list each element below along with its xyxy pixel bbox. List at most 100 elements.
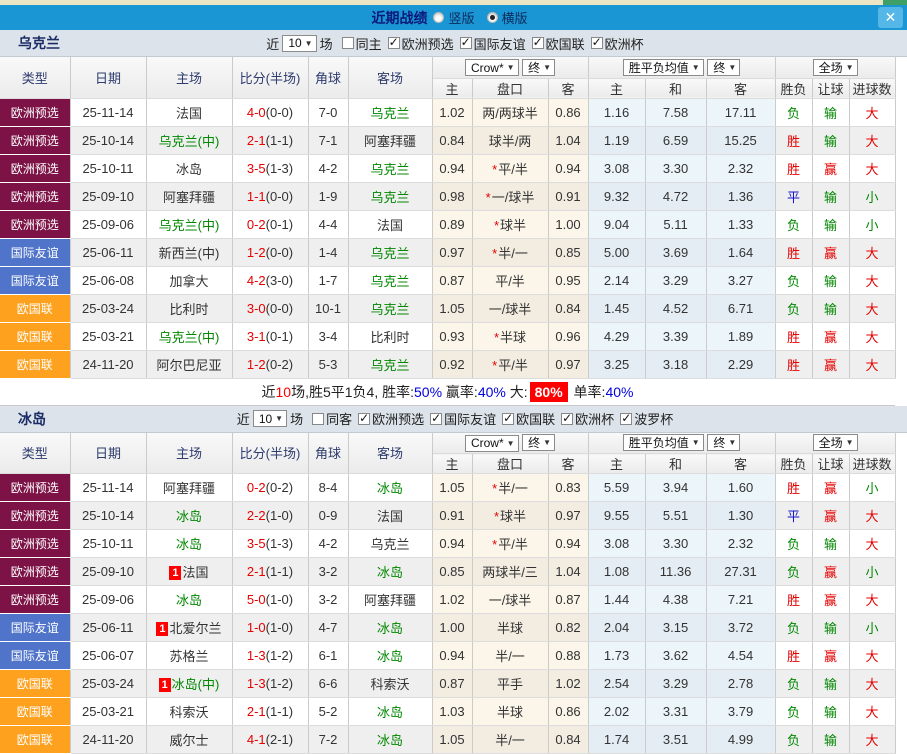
handicap-result-cell: 输 — [812, 182, 850, 211]
away-team-cell: 乌克兰 — [348, 350, 433, 379]
away-team-name: 乌克兰 — [370, 245, 410, 261]
goals-result-cell: 小 — [849, 557, 896, 586]
odds-away: 0.87 — [548, 585, 589, 614]
competition-0-label[interactable]: 欧洲预选 — [372, 409, 424, 428]
avg-final-select[interactable]: 终 ▼ — [707, 434, 741, 452]
avg-win: 1.16 — [588, 98, 646, 127]
odds-home: 0.87 — [432, 669, 473, 698]
sub-column-header: 盘口 — [472, 453, 549, 474]
competition-1-checkbox[interactable] — [430, 411, 443, 425]
halftime-score: (0-0) — [265, 188, 294, 204]
avg-draw: 3.29 — [645, 266, 707, 295]
match-count-select[interactable]: 10 ▼ — [282, 34, 317, 52]
competition-3-checkbox[interactable] — [590, 35, 603, 49]
avg-lose: 4.54 — [706, 641, 776, 670]
match-date: 25-10-11 — [70, 529, 147, 558]
away-team-name: 冰岛 — [376, 481, 403, 496]
competition-4-label[interactable]: 波罗杯 — [634, 409, 673, 428]
handicap-star: * — [492, 161, 498, 177]
chevron-down-icon: ▼ — [304, 38, 313, 48]
competition-type-cell: 欧国联 — [0, 669, 71, 698]
handicap-result-cell: 输 — [812, 98, 850, 127]
avg-draw: 5.11 — [645, 210, 707, 239]
competition-3-label[interactable]: 欧洲杯 — [575, 409, 614, 428]
competition-0-checkbox[interactable] — [387, 35, 400, 49]
fulltime-score: 2-1 — [246, 564, 266, 579]
same-venue-checkbox[interactable] — [312, 412, 325, 425]
avg-lose: 6.71 — [706, 294, 776, 323]
match-count-select[interactable]: 10 ▼ — [252, 410, 288, 427]
match-row: 欧洲预选 25-11-14 阿塞拜疆 0-2(0-2) 8-4 冰岛 1.05 *半/一 0.8… — [0, 473, 896, 502]
goals-result-cell: 大 — [849, 641, 896, 670]
sub-column-header: 进球数 — [849, 78, 896, 99]
dialog-title: 近期战绩 — [371, 9, 428, 26]
competition-0-checkbox[interactable] — [358, 411, 371, 425]
layout-radio-horizontal[interactable] — [486, 12, 498, 23]
competition-1-label[interactable]: 国际友谊 — [444, 409, 496, 428]
avg-lose: 7.21 — [706, 585, 776, 614]
odds-away: 0.97 — [548, 350, 589, 379]
odds-final-select[interactable]: 终 ▼ — [522, 434, 556, 451]
result-cell: 负 — [775, 613, 813, 642]
same-venue-label[interactable]: 同主 — [356, 34, 382, 53]
same-venue-checkbox[interactable] — [341, 37, 354, 49]
competition-2-checkbox[interactable] — [531, 35, 544, 49]
competition-1-label[interactable]: 国际友谊 — [474, 34, 526, 53]
section-filter-row: 冰岛 近10▼场 同客 欧洲预选 国际友谊 欧国联 欧洲杯 波罗杯 — [0, 405, 907, 433]
layout-radio-vertical-label[interactable]: 竖版 — [448, 8, 474, 27]
away-team-name: 比利时 — [370, 329, 410, 345]
odds-away: 1.04 — [548, 557, 589, 586]
avg-odds-select[interactable]: 胜平负均值 ▼ — [622, 58, 704, 76]
match-date: 25-11-14 — [70, 473, 147, 502]
handicap-star: * — [492, 357, 498, 373]
fulltime-select[interactable]: 全场 ▼ — [812, 434, 858, 452]
avg-odds-select[interactable]: 胜平负均值 ▼ — [622, 434, 704, 452]
layout-radio-horizontal-label[interactable]: 横版 — [502, 8, 528, 27]
handicap-line: *半/一 — [472, 473, 549, 502]
competition-2-label[interactable]: 欧国联 — [546, 34, 585, 53]
layout-radio-vertical[interactable] — [433, 12, 445, 23]
fulltime-group-header: 全场 ▼ — [775, 432, 896, 454]
away-team-cell: 比利时 — [348, 322, 433, 351]
match-row: 国际友谊 25-06-11 1 北爱尔兰 1-0(1-0) 4-7 冰岛 1.00 半球 0.82… — [0, 613, 896, 642]
handicap-result-cell: 赢 — [812, 501, 850, 530]
match-date: 25-06-11 — [70, 613, 147, 642]
odds-away: 0.86 — [548, 697, 589, 726]
competition-2-label[interactable]: 欧国联 — [516, 409, 555, 428]
avg-final-select[interactable]: 终 ▼ — [707, 58, 741, 76]
odds-source-select[interactable]: Crow* ▼ — [464, 434, 519, 452]
competition-4-checkbox[interactable] — [620, 411, 633, 425]
layout-radio-group: 竖版 横版 — [433, 8, 535, 27]
handicap-result-cell: 输 — [812, 613, 850, 642]
match-row: 欧国联 25-03-24 比利时 3-0(0-0) 10-1 乌克兰 1.05 一/球半 0.8… — [0, 294, 896, 323]
odds-source-select[interactable]: Crow* ▼ — [464, 59, 519, 76]
corners-cell: 5-2 — [308, 697, 349, 726]
handicap-result-cell: 赢 — [812, 350, 850, 379]
handicap-result-cell: 输 — [812, 294, 850, 323]
competition-2-checkbox[interactable] — [502, 411, 515, 425]
competition-3-checkbox[interactable] — [561, 411, 574, 425]
competition-3-label[interactable]: 欧洲杯 — [605, 34, 644, 53]
handicap-line: 一/球半 — [472, 294, 549, 323]
home-team-cell: 乌克兰(中) — [146, 126, 233, 155]
away-team-name: 法国 — [376, 509, 403, 524]
close-icon[interactable]: ✕ — [878, 7, 903, 28]
avg-draw: 3.69 — [645, 238, 707, 267]
team-sections-container: 乌克兰近10▼场同主欧洲预选国际友谊欧国联欧洲杯类型日期主场比分(半场)角球客场… — [0, 30, 907, 754]
same-venue-label[interactable]: 同客 — [326, 409, 352, 428]
competition-type-cell: 欧洲预选 — [0, 154, 71, 183]
competition-1-checkbox[interactable] — [459, 35, 472, 49]
home-team-cell: 法国 — [146, 98, 233, 127]
odds-final-select[interactable]: 终 ▼ — [522, 58, 556, 76]
handicap-line: 平/半 — [472, 266, 549, 295]
handicap-result-cell: 输 — [812, 126, 850, 155]
goals-result-cell: 大 — [849, 529, 896, 558]
competition-0-label[interactable]: 欧洲预选 — [402, 34, 454, 53]
halftime-score: (1-3) — [265, 160, 294, 176]
fulltime-select[interactable]: 全场 ▼ — [812, 58, 858, 76]
match-row: 欧国联 24-11-20 威尔士 4-1(2-1) 7-2 冰岛 1.05 半/一 0.84 1.… — [0, 725, 896, 754]
competition-type-badge: 国际友谊 — [0, 642, 69, 669]
away-team-name: 乌克兰 — [370, 537, 410, 552]
handicap-line: *球半 — [472, 210, 549, 239]
handicap-star: * — [485, 189, 491, 205]
